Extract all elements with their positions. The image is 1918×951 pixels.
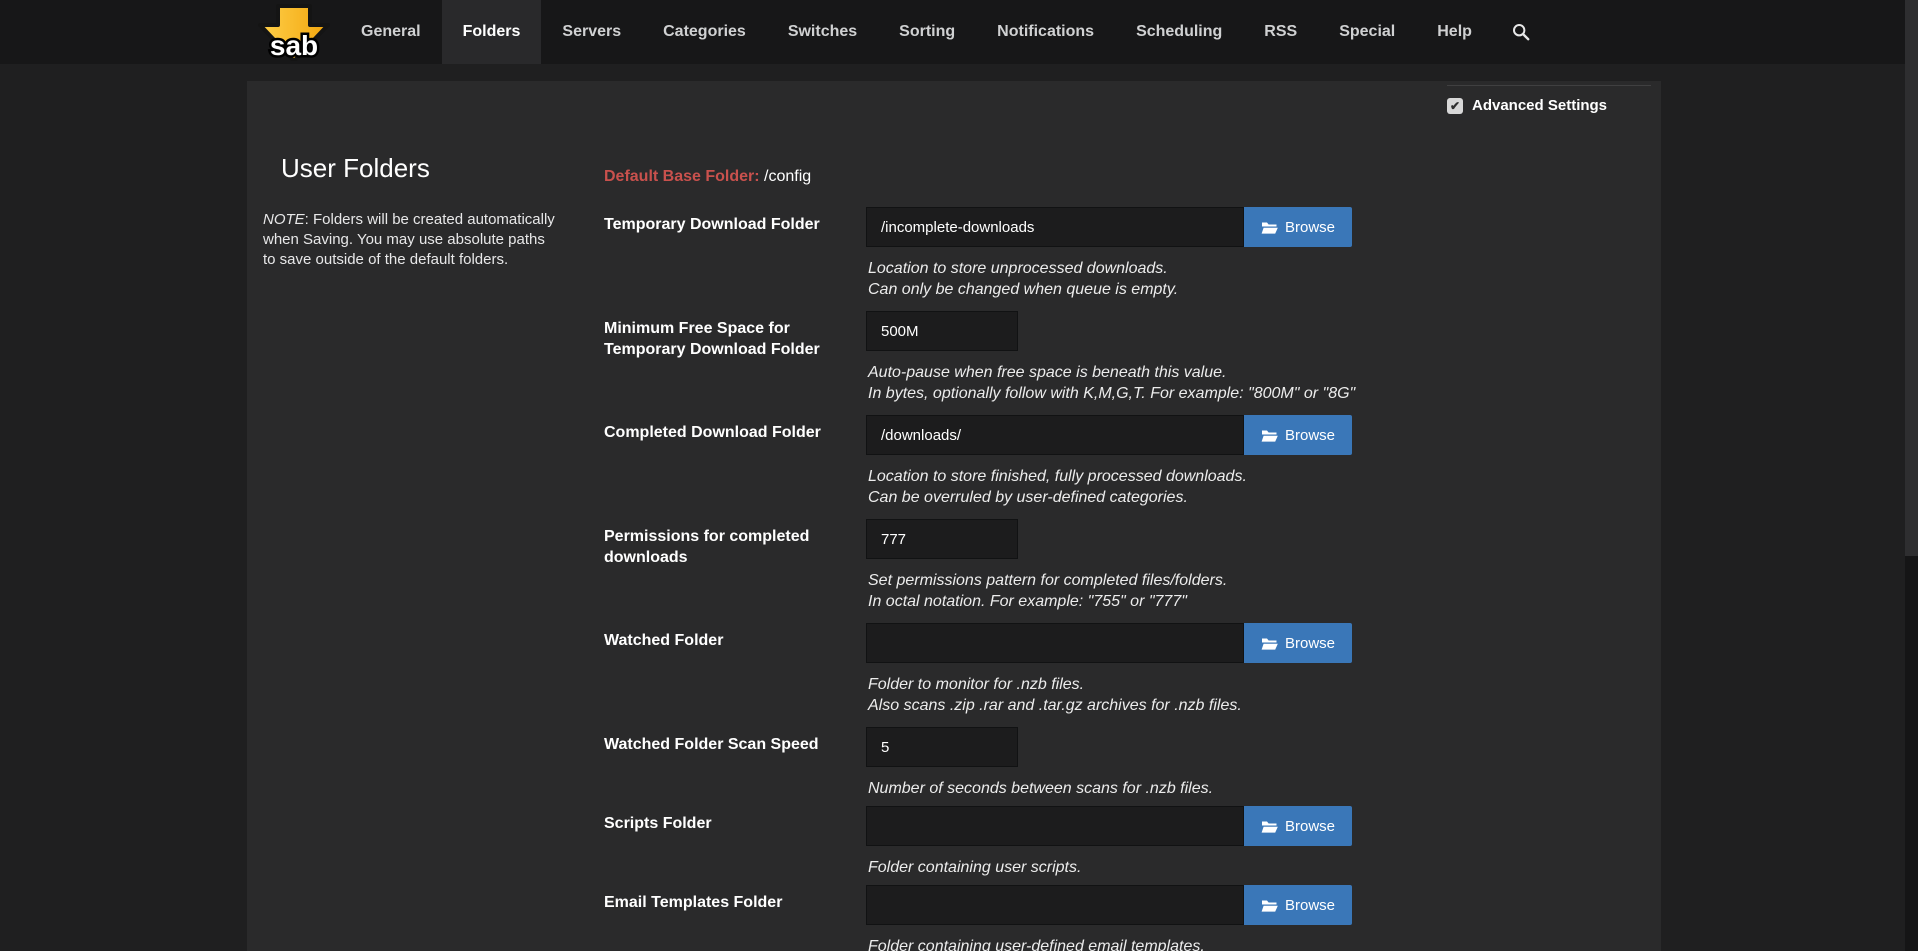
folder-open-icon: [1261, 899, 1278, 912]
browse-button-label: Browse: [1285, 427, 1335, 444]
page-title: User Folders: [281, 153, 555, 184]
nav-item-notifications[interactable]: Notifications: [976, 0, 1115, 64]
permissions-input[interactable]: [866, 519, 1018, 559]
field-help: Location to store finished, fully proces…: [866, 466, 1650, 508]
field-label: Permissions for completed downloads: [604, 519, 866, 612]
completed-download-folder-input[interactable]: [866, 415, 1244, 455]
search-button[interactable]: [1493, 0, 1549, 64]
field-label: Minimum Free Space for Temporary Downloa…: [604, 311, 866, 404]
browse-button[interactable]: Browse: [1244, 415, 1352, 455]
folder-open-icon: [1261, 820, 1278, 833]
form-row-scripts-folder: Scripts Folder Browse Folder containing …: [604, 806, 1650, 878]
nav-item-folders[interactable]: Folders: [442, 0, 542, 64]
nav-item-categories[interactable]: Categories: [642, 0, 767, 64]
nav-item-general[interactable]: General: [340, 0, 442, 64]
form-row-watched-folder: Watched Folder Browse Folder to monitor …: [604, 623, 1650, 716]
page-scrollbar: [1905, 0, 1918, 951]
form-row-permissions: Permissions for completed downloads Set …: [604, 519, 1650, 612]
temporary-download-folder-input[interactable]: [866, 207, 1244, 247]
default-base-folder-value: /config: [764, 168, 811, 185]
email-templates-folder-input[interactable]: [866, 885, 1244, 925]
field-label: Email Templates Folder: [604, 885, 866, 951]
browse-button[interactable]: Browse: [1244, 623, 1352, 663]
note-body: : Folders will be created automatically …: [263, 211, 555, 268]
browse-button-label: Browse: [1285, 635, 1335, 652]
browse-button[interactable]: Browse: [1244, 207, 1352, 247]
nav-item-special[interactable]: Special: [1318, 0, 1416, 64]
advanced-settings-checkbox[interactable]: ✔: [1447, 98, 1463, 114]
field-label: Completed Download Folder: [604, 415, 866, 508]
browse-button-label: Browse: [1285, 818, 1335, 835]
form-row-email-templates-folder: Email Templates Folder Browse Folder con…: [604, 885, 1650, 951]
field-help: Location to store unprocessed downloads.…: [866, 258, 1650, 300]
field-help: Set permissions pattern for completed fi…: [866, 570, 1650, 612]
top-navbar: sab General Folders Servers Categories S…: [0, 0, 1918, 64]
svg-text:sab: sab: [270, 30, 318, 61]
advanced-settings-toggle: ✔ Advanced Settings: [1447, 85, 1651, 114]
watched-folder-scan-speed-input[interactable]: [866, 727, 1018, 767]
watched-folder-input[interactable]: [866, 623, 1244, 663]
field-label: Watched Folder: [604, 623, 866, 716]
form-row-temporary-download-folder: Temporary Download Folder Browse Locatio…: [604, 207, 1650, 300]
folder-open-icon: [1261, 429, 1278, 442]
field-label: Scripts Folder: [604, 806, 866, 878]
folders-form: Default Base Folder: /config Temporary D…: [604, 167, 1650, 951]
folder-open-icon: [1261, 637, 1278, 650]
config-folders-panel: ✔ Advanced Settings User Folders NOTE: F…: [247, 81, 1661, 951]
section-note: NOTE: Folders will be created automatica…: [263, 210, 555, 270]
field-label: Watched Folder Scan Speed: [604, 727, 866, 799]
sab-arrow-logo-icon: sab: [252, 3, 336, 61]
sabnzbd-logo[interactable]: sab: [252, 0, 336, 64]
nav-item-scheduling[interactable]: Scheduling: [1115, 0, 1243, 64]
browse-button[interactable]: Browse: [1244, 806, 1352, 846]
browse-button-label: Browse: [1285, 897, 1335, 914]
scripts-folder-input[interactable]: [866, 806, 1244, 846]
note-prefix: NOTE: [263, 211, 305, 228]
advanced-settings-label: Advanced Settings: [1472, 97, 1607, 114]
field-help: Auto-pause when free space is beneath th…: [866, 362, 1650, 404]
form-row-completed-download-folder: Completed Download Folder Browse Locatio…: [604, 415, 1650, 508]
browse-button[interactable]: Browse: [1244, 885, 1352, 925]
field-help: Folder containing user-defined email tem…: [866, 936, 1650, 951]
form-row-watched-folder-scan-speed: Watched Folder Scan Speed Number of seco…: [604, 727, 1650, 799]
default-base-folder-label: Default Base Folder:: [604, 168, 760, 185]
browse-button-label: Browse: [1285, 219, 1335, 236]
field-help: Folder containing user scripts.: [866, 857, 1650, 878]
nav-item-sorting[interactable]: Sorting: [878, 0, 976, 64]
nav-item-help[interactable]: Help: [1416, 0, 1493, 64]
section-sidebar: User Folders NOTE: Folders will be creat…: [263, 153, 555, 270]
field-help: Folder to monitor for .nzb files. Also s…: [866, 674, 1650, 716]
form-row-minimum-free-space: Minimum Free Space for Temporary Downloa…: [604, 311, 1650, 404]
field-help: Number of seconds between scans for .nzb…: [866, 778, 1650, 799]
nav-item-switches[interactable]: Switches: [767, 0, 878, 64]
nav-item-servers[interactable]: Servers: [541, 0, 642, 64]
search-icon: [1512, 23, 1530, 41]
default-base-folder: Default Base Folder: /config: [604, 167, 1650, 187]
field-label: Temporary Download Folder: [604, 207, 866, 300]
scrollbar-thumb[interactable]: [1905, 0, 1918, 556]
nav-item-rss[interactable]: RSS: [1243, 0, 1318, 64]
nav-menu: General Folders Servers Categories Switc…: [340, 0, 1549, 64]
folder-open-icon: [1261, 221, 1278, 234]
minimum-free-space-input[interactable]: [866, 311, 1018, 351]
